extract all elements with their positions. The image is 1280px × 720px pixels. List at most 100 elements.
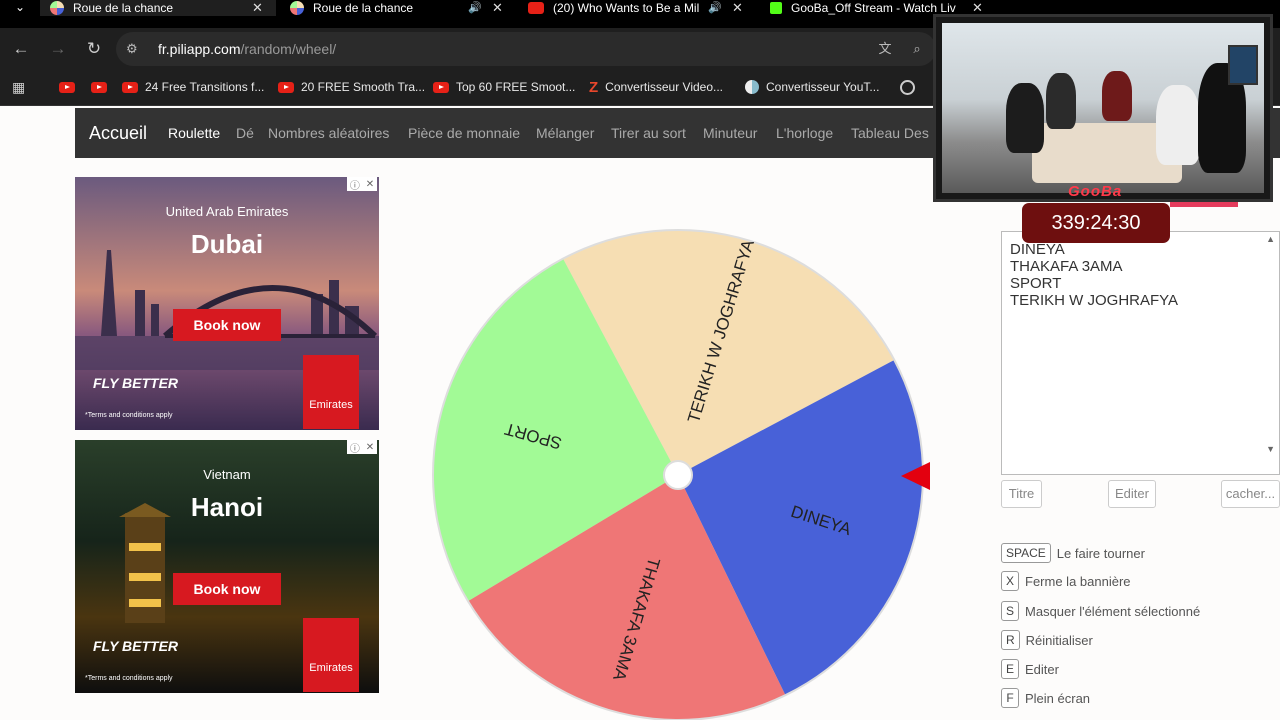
- bookmark-label: Convertisseur Video...: [605, 80, 724, 94]
- nav-draw[interactable]: Tirer au sort: [611, 125, 686, 141]
- url-text[interactable]: fr.piliapp.com/random/wheel/: [158, 41, 336, 57]
- bookmark-8[interactable]: [900, 78, 915, 96]
- address-bar[interactable]: ⚙ fr.piliapp.com/random/wheel/ 文 ⌕: [116, 32, 936, 66]
- speaker-icon[interactable]: 🔊: [468, 1, 482, 14]
- close-icon[interactable]: ✕: [366, 179, 374, 190]
- ad-banner-hanoi[interactable]: ⓘ ✕ Vietnam Hanoi Book now FLY BETTER *Te…: [75, 440, 379, 693]
- ad-city: Dubai: [190, 229, 264, 259]
- tab-3[interactable]: (20) Who Wants to Be a Mil 🔊 ✕: [522, 0, 758, 16]
- book-now-button[interactable]: Book now: [173, 573, 281, 605]
- entry-line: THAKAFA 3AMA: [1010, 258, 1123, 275]
- bookmark-6[interactable]: Z Convertisseur Video...: [589, 78, 723, 96]
- youtube-icon: [528, 2, 544, 14]
- youtube-icon: [59, 81, 75, 93]
- translate-icon[interactable]: 文: [876, 40, 894, 58]
- youtube-icon: [91, 81, 107, 93]
- bookmark-4[interactable]: 20 FREE Smooth Tra...: [278, 78, 425, 96]
- globe-icon: [900, 79, 915, 95]
- shortcut-label: Masquer l'élément sélectionné: [1025, 603, 1201, 619]
- bookmark-2[interactable]: [91, 78, 114, 96]
- tab-title: Roue de la chance: [313, 1, 414, 15]
- zamzar-icon: Z: [589, 78, 599, 96]
- nav-coin[interactable]: Pièce de monnaie: [408, 125, 520, 141]
- shortcut-key: S: [1001, 601, 1020, 621]
- tab-title: Roue de la chance: [73, 1, 174, 15]
- tab-title: (20) Who Wants to Be a Mil: [553, 1, 700, 15]
- shortcut-row: F Plein écran: [1001, 688, 1090, 708]
- shortcut-label: Ferme la bannière: [1025, 573, 1131, 589]
- reload-icon[interactable]: ↻: [83, 38, 105, 60]
- wheel-canvas[interactable]: TERIKH W JOGHRAFYA DINEYA THAKAFA 3AMA S…: [430, 226, 930, 720]
- info-icon[interactable]: ⓘ: [350, 177, 360, 192]
- tab-search-icon[interactable]: ⌄: [6, 0, 34, 14]
- nav-timer[interactable]: Minuteur: [703, 125, 757, 141]
- ad-country: Vietnam: [203, 467, 251, 482]
- webcam-tv: [1228, 45, 1258, 85]
- ad-choices[interactable]: ⓘ ✕: [347, 177, 377, 192]
- youtube-icon: [122, 81, 138, 93]
- bookmark-1[interactable]: [59, 78, 82, 96]
- scroll-up-icon[interactable]: ▲: [1266, 234, 1275, 244]
- nav-home-link[interactable]: Accueil: [89, 123, 147, 144]
- nav-roulette[interactable]: Roulette: [168, 125, 220, 141]
- emirates-logo: Emirates: [303, 355, 359, 429]
- ad-tagline: FLY BETTER: [93, 375, 179, 391]
- nav-random-numbers[interactable]: Nombres aléatoires: [268, 125, 389, 141]
- entry-line: TERIKH W JOGHRAFYA: [1010, 292, 1179, 309]
- ad-banner-dubai[interactable]: ⓘ ✕ United Arab Emirates Dubai Book now F…: [75, 177, 379, 430]
- book-now-button[interactable]: Book now: [173, 309, 281, 341]
- prize-wheel[interactable]: TERIKH W JOGHRAFYA DINEYA THAKAFA 3AMA S…: [430, 226, 930, 720]
- site-info-icon[interactable]: ⚙: [126, 40, 144, 58]
- bookmark-5[interactable]: Top 60 FREE Smoot...: [433, 78, 575, 96]
- webcam-person: [1102, 71, 1132, 121]
- webcam-overlay: GooBa: [933, 14, 1273, 202]
- hide-button[interactable]: cacher...: [1221, 480, 1280, 508]
- ad-choices[interactable]: ⓘ ✕: [347, 440, 377, 455]
- channel-logo: GooBa: [1068, 183, 1123, 200]
- webcam-person: [1156, 85, 1200, 165]
- zoom-icon[interactable]: ⌕: [908, 40, 926, 58]
- bookmark-3[interactable]: 24 Free Transitions f...: [122, 78, 264, 96]
- close-icon[interactable]: ✕: [492, 0, 503, 16]
- nav-clock[interactable]: L'horloge: [776, 125, 833, 141]
- tab-2[interactable]: Roue de la chance 🔊 ✕: [282, 0, 512, 16]
- converter-icon: [745, 80, 759, 94]
- close-icon[interactable]: ✕: [366, 442, 374, 453]
- apps-grid-icon[interactable]: ▦: [12, 79, 28, 95]
- wheel-center-hub[interactable]: [663, 460, 693, 490]
- nav-de[interactable]: Dé: [236, 125, 254, 141]
- bookmark-label: 20 FREE Smooth Tra...: [301, 80, 426, 94]
- scroll-down-icon[interactable]: ▼: [1266, 444, 1275, 454]
- entry-line: SPORT: [1010, 275, 1062, 292]
- entries-textarea[interactable]: DINEYA THAKAFA 3AMA SPORT TERIKH W JOGHR…: [1001, 231, 1280, 475]
- ad-terms: *Terms and conditions apply: [85, 675, 173, 682]
- shortcut-key: SPACE: [1001, 543, 1051, 563]
- back-arrow-icon[interactable]: ←: [10, 38, 32, 60]
- nav-shuffle[interactable]: Mélanger: [536, 125, 594, 141]
- bookmark-7[interactable]: Convertisseur YouT...: [745, 78, 879, 96]
- shortcut-key: E: [1001, 659, 1020, 679]
- shortcut-key: R: [1001, 630, 1020, 650]
- forward-arrow-icon[interactable]: →: [47, 38, 69, 60]
- close-icon[interactable]: ✕: [732, 0, 743, 16]
- shortcut-label: Le faire tourner: [1056, 545, 1145, 561]
- tab-1[interactable]: Roue de la chance ✕: [40, 0, 276, 16]
- bookmark-label: Convertisseur YouT...: [766, 80, 880, 94]
- webcam-feed-image: [942, 23, 1264, 193]
- emirates-logo: Emirates: [303, 618, 359, 692]
- kick-icon: [770, 2, 782, 14]
- speaker-icon[interactable]: 🔊: [708, 1, 722, 14]
- shortcut-row: X Ferme la bannière: [1001, 571, 1131, 591]
- edit-button[interactable]: Editer: [1108, 480, 1156, 508]
- shortcut-row: E Editer: [1001, 659, 1059, 679]
- shortcut-row: R Réinitialiser: [1001, 630, 1093, 650]
- ad-city: Hanoi: [190, 492, 264, 522]
- title-button[interactable]: Titre: [1001, 480, 1042, 508]
- piliapp-icon: [50, 1, 64, 15]
- close-icon[interactable]: ✕: [252, 0, 263, 16]
- screen: ⌄ Roue de la chance ✕ Roue de la chance …: [0, 0, 1280, 720]
- shortcut-label: Plein écran: [1025, 690, 1091, 706]
- stream-timer: 339:24:30: [1022, 203, 1170, 243]
- info-icon[interactable]: ⓘ: [350, 440, 360, 455]
- nav-tableau[interactable]: Tableau Des: [851, 125, 929, 141]
